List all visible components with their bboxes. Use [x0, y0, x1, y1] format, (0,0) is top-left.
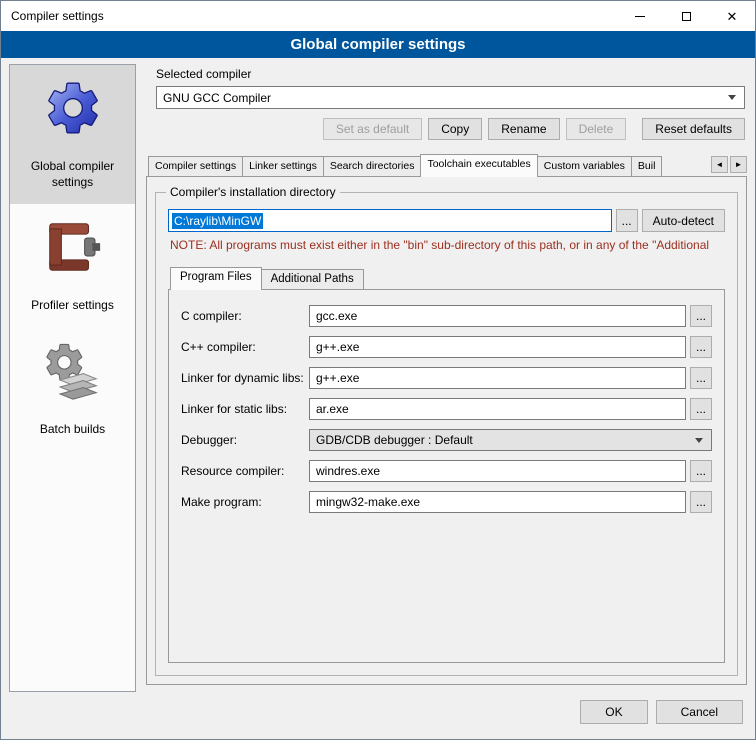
field-row-static-linker: Linker for static libs: ar.exe ...: [181, 398, 712, 420]
cpp-compiler-browse-button[interactable]: ...: [690, 336, 712, 358]
debugger-dropdown[interactable]: GDB/CDB debugger : Default: [309, 429, 712, 451]
field-row-c-compiler: C compiler: gcc.exe ...: [181, 305, 712, 327]
subtab-program-files[interactable]: Program Files: [170, 267, 262, 290]
make-program-input[interactable]: mingw32-make.exe: [309, 491, 686, 513]
window-title: Compiler settings: [1, 9, 104, 23]
static-linker-label: Linker for static libs:: [181, 402, 309, 416]
c-compiler-label: C compiler:: [181, 309, 309, 323]
auto-detect-button[interactable]: Auto-detect: [642, 209, 725, 232]
maximize-button[interactable]: [663, 1, 709, 31]
make-program-value: mingw32-make.exe: [316, 495, 420, 509]
page-title: Global compiler settings: [1, 31, 755, 58]
rename-button[interactable]: Rename: [488, 118, 559, 140]
dynamic-linker-label: Linker for dynamic libs:: [181, 371, 309, 385]
tab-toolchain-executables[interactable]: Toolchain executables: [420, 154, 537, 177]
static-linker-value: ar.exe: [316, 402, 349, 416]
field-row-cpp-compiler: C++ compiler: g++.exe ...: [181, 336, 712, 358]
toolchain-subtabstrip: Program Files Additional Paths: [168, 266, 725, 289]
program-files-panel: C compiler: gcc.exe ... C++ compiler: g+…: [168, 289, 725, 663]
titlebar: Compiler settings ✕: [1, 1, 755, 31]
sidebar-item-label: Profiler settings: [31, 298, 114, 314]
blue-gear-icon: [42, 77, 104, 139]
main-panel: Selected compiler GNU GCC Compiler Set a…: [146, 64, 747, 693]
static-linker-input[interactable]: ar.exe: [309, 398, 686, 420]
field-row-make-program: Make program: mingw32-make.exe ...: [181, 491, 712, 513]
tab-build-options[interactable]: Buil: [631, 156, 663, 176]
window-controls: ✕: [617, 1, 755, 31]
selected-compiler-dropdown[interactable]: GNU GCC Compiler: [156, 86, 745, 109]
tab-linker-settings[interactable]: Linker settings: [242, 156, 324, 176]
maximize-icon: [682, 12, 691, 21]
c-compiler-browse-button[interactable]: ...: [690, 305, 712, 327]
c-compiler-input[interactable]: gcc.exe: [309, 305, 686, 327]
field-row-resource-compiler: Resource compiler: windres.exe ...: [181, 460, 712, 482]
sidebar-item-profiler-settings[interactable]: Profiler settings: [10, 204, 135, 328]
tab-compiler-settings[interactable]: Compiler settings: [148, 156, 243, 176]
dynamic-linker-input[interactable]: g++.exe: [309, 367, 686, 389]
cpp-compiler-input[interactable]: g++.exe: [309, 336, 686, 358]
cpp-compiler-value: g++.exe: [316, 340, 359, 354]
compiler-tabstrip: Compiler settings Linker settings Search…: [146, 153, 747, 176]
profiler-icon: [42, 216, 104, 278]
dialog-body: Global compiler settings Profiler settin…: [1, 58, 755, 693]
compiler-settings-dialog: Compiler settings ✕ Global compiler sett…: [0, 0, 756, 740]
resource-compiler-value: windres.exe: [316, 464, 380, 478]
make-program-browse-button[interactable]: ...: [690, 491, 712, 513]
resource-compiler-input[interactable]: windres.exe: [309, 460, 686, 482]
note-text: NOTE: All programs must exist either in …: [170, 238, 723, 252]
resource-compiler-browse-button[interactable]: ...: [690, 460, 712, 482]
cancel-button[interactable]: Cancel: [656, 700, 743, 724]
sidebar-item-label: Global compiler settings: [15, 159, 130, 190]
compiler-actions: Set as default Copy Rename Delete Reset …: [146, 118, 745, 140]
sidebar-item-batch-builds[interactable]: Batch builds: [10, 328, 135, 452]
selected-path-text: C:\raylib\MinGW: [172, 213, 263, 229]
static-linker-browse-button[interactable]: ...: [690, 398, 712, 420]
tab-scroll-right-button[interactable]: ►: [730, 156, 747, 173]
settings-sidebar: Global compiler settings Profiler settin…: [9, 64, 136, 692]
tab-scroll-buttons: ◄ ►: [708, 156, 747, 173]
field-row-dynamic-linker: Linker for dynamic libs: g++.exe ...: [181, 367, 712, 389]
gray-gears-icon: [42, 340, 104, 402]
debugger-value: GDB/CDB debugger : Default: [316, 433, 689, 447]
dynamic-linker-value: g++.exe: [316, 371, 359, 385]
dynamic-linker-browse-button[interactable]: ...: [690, 367, 712, 389]
field-row-debugger: Debugger: GDB/CDB debugger : Default: [181, 429, 712, 451]
delete-button: Delete: [566, 118, 627, 140]
tab-custom-variables[interactable]: Custom variables: [537, 156, 632, 176]
tab-scroll-left-button[interactable]: ◄: [711, 156, 728, 173]
close-icon: ✕: [727, 10, 738, 23]
subtab-additional-paths[interactable]: Additional Paths: [261, 269, 364, 289]
minimize-button[interactable]: [617, 1, 663, 31]
resource-compiler-label: Resource compiler:: [181, 464, 309, 478]
set-as-default-button: Set as default: [323, 118, 422, 140]
installation-directory-input[interactable]: C:\raylib\MinGW: [168, 209, 612, 232]
reset-defaults-button[interactable]: Reset defaults: [642, 118, 745, 140]
installation-directory-row: C:\raylib\MinGW ... Auto-detect: [168, 209, 725, 232]
c-compiler-value: gcc.exe: [316, 309, 357, 323]
selected-compiler-label: Selected compiler: [156, 67, 747, 81]
tab-search-directories[interactable]: Search directories: [323, 156, 422, 176]
chevron-down-icon: [728, 95, 736, 100]
installation-directory-group-title: Compiler's installation directory: [166, 185, 340, 199]
chevron-down-icon: [695, 438, 703, 443]
debugger-label: Debugger:: [181, 433, 309, 447]
installation-directory-group: Compiler's installation directory C:\ray…: [155, 192, 738, 676]
ok-button[interactable]: OK: [580, 700, 647, 724]
browse-directory-button[interactable]: ...: [616, 209, 638, 232]
selected-compiler-value: GNU GCC Compiler: [163, 91, 722, 105]
cpp-compiler-label: C++ compiler:: [181, 340, 309, 354]
sidebar-item-global-compiler-settings[interactable]: Global compiler settings: [10, 65, 135, 204]
copy-button[interactable]: Copy: [428, 118, 482, 140]
make-program-label: Make program:: [181, 495, 309, 509]
sidebar-item-label: Batch builds: [40, 422, 105, 438]
minimize-icon: [635, 16, 645, 17]
toolchain-executables-panel: Compiler's installation directory C:\ray…: [146, 176, 747, 685]
close-button[interactable]: ✕: [709, 1, 755, 31]
dialog-footer: OK Cancel: [1, 693, 755, 739]
